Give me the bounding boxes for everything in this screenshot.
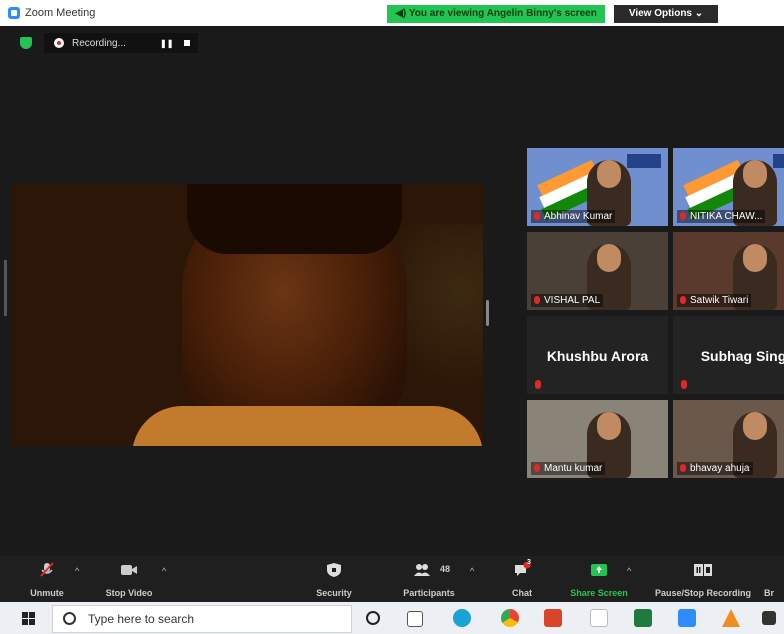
main-video[interactable]	[12, 184, 483, 446]
cortana-icon[interactable]	[366, 611, 380, 625]
windows-start-icon[interactable]	[22, 612, 35, 625]
participant-name: Abhinav Kumar	[531, 210, 616, 223]
breakout-rooms-label: Br	[764, 588, 775, 598]
taskbar-search-box[interactable]: Type here to search	[52, 605, 352, 633]
pause-stop-recording-button[interactable]: Pause/Stop Recording	[648, 556, 758, 602]
participant-tile[interactable]: Abhinav Kumar	[527, 148, 668, 226]
view-options-button[interactable]: View Options ⌄	[614, 5, 718, 23]
participant-tile[interactable]: Subhag Sing	[673, 316, 784, 394]
vlc-icon[interactable]	[722, 609, 740, 627]
muted-mic-icon	[534, 464, 540, 473]
share-screen-label: Share Screen	[570, 588, 628, 598]
participant-tile[interactable]: Khushbu Arora	[527, 316, 668, 394]
recording-label: Recording...	[72, 38, 126, 49]
event-logo	[627, 154, 661, 168]
security-shield-icon[interactable]	[20, 37, 32, 49]
recorder-app-icon[interactable]	[590, 609, 608, 627]
pause-stop-recording-label: Pause/Stop Recording	[654, 588, 752, 598]
participant-tile[interactable]: Mantu kumar	[527, 400, 668, 478]
window-title: Zoom Meeting	[25, 7, 96, 19]
search-placeholder: Type here to search	[88, 612, 195, 626]
participant-tile[interactable]: Satwik Tiwari	[673, 232, 784, 310]
participant-name: bhavay ahuja	[677, 462, 753, 475]
chrome-icon[interactable]	[501, 609, 519, 627]
muted-mic-icon	[680, 212, 686, 221]
taskbar-app-icon[interactable]	[762, 611, 776, 625]
participants-icon	[414, 564, 430, 576]
chat-button[interactable]: 3 Chat	[498, 556, 546, 602]
participant-name: Khushbu Arora	[546, 348, 649, 364]
participant-tile[interactable]: NITIKA CHAW...	[673, 148, 784, 226]
muted-microphone-icon	[40, 562, 54, 577]
share-screen-button[interactable]: Share Screen	[563, 556, 635, 602]
muted-mic-icon	[534, 212, 540, 221]
participant-tile[interactable]: VISHAL PAL	[527, 232, 668, 310]
speaker-hair	[187, 184, 402, 254]
media-app-icon[interactable]	[544, 609, 562, 627]
muted-mic-icon	[680, 296, 686, 305]
event-logo	[773, 154, 784, 168]
speaker-icon: ◀)	[395, 8, 407, 19]
viewing-text: You are viewing Angelin Binny's screen	[408, 8, 597, 19]
participant-tile[interactable]: bhavay ahuja	[673, 400, 784, 478]
security-button[interactable]: Security	[308, 556, 360, 602]
window-titlebar: Zoom Meeting ◀) You are viewing Angelin …	[0, 0, 784, 26]
shield-icon	[327, 563, 341, 577]
excel-icon[interactable]	[634, 609, 652, 627]
chat-label: Chat	[512, 588, 532, 598]
video-options-caret[interactable]: ^	[162, 566, 166, 576]
edge-browser-icon[interactable]	[453, 609, 471, 627]
meeting-toolbar: Unmute ^ Stop Video ^ Security 48 Partic…	[0, 556, 784, 602]
unmute-button[interactable]: Unmute	[22, 556, 72, 602]
search-icon	[63, 612, 76, 625]
muted-mic-icon	[534, 296, 540, 305]
zoom-taskbar-icon[interactable]	[678, 609, 696, 627]
participant-name: Mantu kumar	[531, 462, 606, 475]
share-options-caret[interactable]: ^	[627, 566, 631, 576]
participants-label: Participants	[403, 588, 455, 598]
participants-count: 48	[440, 564, 451, 574]
zoom-app-icon	[8, 7, 20, 19]
screen-share-banner: ◀) You are viewing Angelin Binny's scree…	[387, 5, 605, 23]
chat-badge: 3	[527, 559, 531, 566]
muted-mic-icon	[681, 380, 687, 389]
audio-options-caret[interactable]: ^	[75, 566, 79, 576]
recording-indicator: Recording... ❚❚	[44, 33, 198, 53]
security-label: Security	[316, 588, 352, 598]
pause-stop-icon	[694, 564, 712, 576]
muted-mic-icon	[535, 380, 541, 389]
stop-video-label: Stop Video	[105, 588, 153, 598]
participant-name: NITIKA CHAW...	[677, 210, 766, 223]
pause-recording-icon[interactable]: ❚❚	[160, 39, 173, 48]
breakout-rooms-button[interactable]: Br	[764, 556, 784, 602]
participant-name: Satwik Tiwari	[677, 294, 752, 307]
participants-options-caret[interactable]: ^	[470, 566, 474, 576]
participant-name: VISHAL PAL	[531, 294, 604, 307]
share-screen-icon	[591, 564, 607, 576]
stop-video-button[interactable]: Stop Video	[98, 556, 160, 602]
task-view-icon[interactable]	[407, 611, 423, 627]
participant-name: Subhag Sing	[700, 348, 784, 364]
speaker-shirt	[132, 406, 483, 446]
record-icon	[54, 38, 64, 48]
panel-resize-handle[interactable]	[486, 300, 489, 326]
unmute-label: Unmute	[30, 588, 64, 598]
windows-taskbar: Type here to search	[0, 602, 784, 634]
participants-button[interactable]: 48 Participants	[394, 556, 464, 602]
stop-recording-icon[interactable]	[184, 40, 190, 46]
muted-mic-icon	[680, 464, 686, 473]
side-handle	[0, 260, 12, 320]
video-camera-icon	[121, 565, 137, 575]
